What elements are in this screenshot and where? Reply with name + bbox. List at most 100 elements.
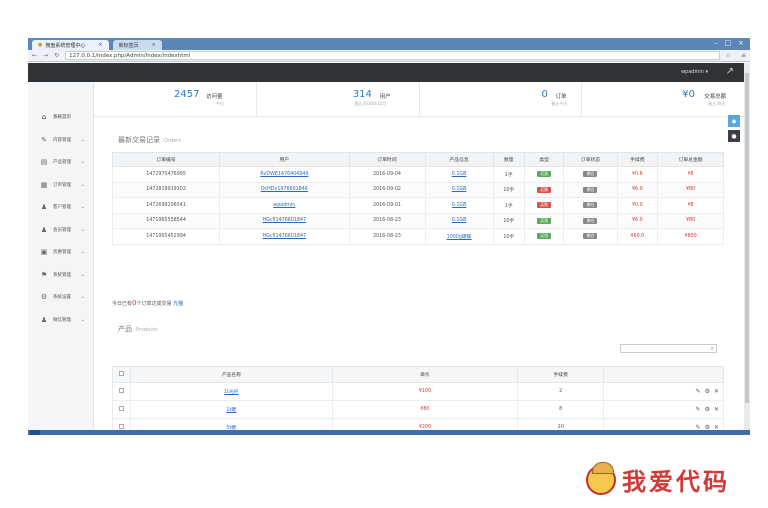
delete-icon[interactable]: ✕ — [714, 406, 719, 413]
sidebar-item-wechat[interactable]: ♟ 微信管理 ⌄ — [28, 309, 93, 332]
sidebar-item-orders[interactable]: ▦ 订单管理 ⌄ — [28, 174, 93, 197]
sidebar-item-settings[interactable]: ⚙ 系统设置 ⌄ — [28, 286, 93, 309]
order-id: 1472699206541 — [146, 202, 186, 208]
table-row: 1471965558544 HGcfI1476601847 2016-08-23 0.… — [111, 212, 724, 229]
order-time: 2016-09-02 — [373, 187, 401, 193]
row-checkbox[interactable] — [112, 382, 131, 401]
sidebar-item-home[interactable]: ⌂ 系统首页 — [28, 106, 93, 129]
row-checkbox[interactable] — [112, 418, 131, 430]
gear-icon[interactable]: ⚙ — [705, 388, 710, 395]
row-checkbox[interactable] — [112, 400, 131, 419]
edit-icon[interactable]: ✎ — [696, 388, 701, 395]
table-cell: wpadmin — [219, 197, 350, 214]
table-cell: 买跌 — [523, 197, 565, 214]
column-header[interactable]: 订单时间 — [348, 152, 426, 167]
reload-icon[interactable]: ↻ — [54, 52, 59, 59]
dot-icon: ● — [731, 132, 737, 140]
scrollbar-thumb[interactable] — [745, 73, 749, 403]
scrollbar[interactable] — [744, 63, 750, 430]
forward-icon[interactable]: → — [43, 52, 48, 59]
column-header[interactable]: 订单总金额 — [657, 152, 724, 167]
column-header[interactable]: 产品名称 — [129, 366, 333, 383]
logout-icon[interactable]: ↗ — [726, 66, 734, 77]
products-section-title: 产品 Products — [118, 325, 158, 333]
column-header[interactable]: 产品信息 — [424, 152, 494, 167]
bookmark-star-icon[interactable]: ☆ — [726, 52, 731, 59]
close-window-icon[interactable]: × — [738, 39, 744, 47]
stat-label: 交易总额 — [704, 94, 727, 100]
row-actions: ✎ ⚙ ✕ — [603, 418, 724, 430]
column-header[interactable]: 数量 — [492, 152, 525, 167]
product-name-link[interactable]: 1t光纤 — [224, 390, 239, 395]
order-product-link[interactable]: 0.1GB — [452, 218, 467, 223]
close-tab-icon[interactable]: × — [98, 42, 102, 48]
table-cell: 2016-09-04 — [348, 166, 426, 183]
select-all-checkbox[interactable] — [112, 366, 131, 383]
url-input[interactable]: 127.0.0.1/index.php/Admin/Index/indexhtm… — [65, 51, 720, 60]
gear-icon[interactable]: ⚙ — [705, 406, 710, 413]
chevron-down-icon: ⌄ — [80, 294, 85, 301]
browser-tab-new[interactable]: 新标签页 × — [112, 40, 162, 50]
order-status-badge: 建仓 — [583, 233, 598, 240]
float-settings-button[interactable]: ◆ — [728, 115, 740, 127]
sidebar-item-promotions[interactable]: ▣ 优惠管理 ⌄ — [28, 241, 93, 264]
order-id: 1472819919102 — [146, 187, 186, 193]
start-button[interactable] — [30, 430, 40, 435]
order-time: 2016-09-01 — [373, 202, 401, 208]
back-icon[interactable]: ← — [32, 52, 37, 59]
sidebar-item-members[interactable]: ♟ 会员管理 ⌄ — [28, 219, 93, 242]
sidebar-item-system[interactable]: ⚑ 系统管理 ⌄ — [28, 264, 93, 287]
column-header[interactable]: 手续费 — [616, 152, 659, 167]
delete-icon[interactable]: ✕ — [714, 388, 719, 395]
table-cell: ¥80 — [657, 181, 724, 198]
close-tab-icon[interactable]: × — [152, 42, 156, 48]
column-header[interactable]: 单价 — [331, 366, 519, 383]
menu-icon[interactable]: ≡ — [741, 52, 746, 59]
column-header[interactable]: 订单状态 — [563, 152, 618, 167]
order-user-link[interactable]: wpadmin — [273, 203, 295, 208]
order-time: 2016-08-23 — [373, 218, 401, 224]
table-cell: ¥80 — [657, 212, 724, 229]
sidebar-item-products[interactable]: ▤ 产品管理 ⌄ — [28, 151, 93, 174]
table-cell: 建仓 — [563, 197, 618, 214]
table-cell: 8 — [517, 400, 605, 419]
summary-link[interactable]: 光猫 — [173, 301, 183, 307]
user-menu[interactable]: wpadmin ▾ — [681, 69, 708, 75]
product-price: ¥100 — [418, 389, 432, 394]
order-product-link[interactable]: 0.1GB — [452, 172, 467, 177]
order-user-link[interactable]: RvDWE1476404949 — [260, 172, 308, 177]
table-cell: 买涨 — [523, 212, 565, 229]
sidebar-item-customers[interactable]: ♟ 客户管理 ⌄ — [28, 196, 93, 219]
table-row: 1t硬 ¥80 8 ✎ ⚙ ✕ — [112, 400, 724, 419]
column-header[interactable]: 用户 — [219, 152, 350, 167]
order-product-link[interactable]: 0.1GB — [452, 187, 467, 192]
table-cell: OcHDx1476601846 — [219, 181, 350, 198]
maximize-icon[interactable]: □ — [725, 39, 732, 47]
calendar-icon: ▤ — [40, 158, 48, 167]
browser-tab-admin[interactable]: ● 微盘系统管理中心 × — [32, 40, 109, 50]
table-cell: ¥60.0 — [616, 228, 659, 245]
order-user-link[interactable]: HGcfI1476601847 — [263, 234, 307, 239]
product-search-input[interactable]: ⌕ — [620, 344, 717, 353]
order-user-link[interactable]: HGcfI1476601847 — [263, 218, 307, 223]
column-header[interactable]: 类型 — [523, 152, 565, 167]
column-header[interactable]: 手续费 — [517, 366, 605, 383]
edit-icon[interactable]: ✎ — [696, 406, 701, 413]
minimize-icon[interactable]: – — [714, 39, 718, 47]
order-qty: 10手 — [503, 188, 515, 194]
stat-value: ¥0 — [682, 89, 695, 100]
table-row: 1472970476995 RvDWE1476404949 2016-09-04 0.… — [111, 166, 724, 183]
float-scroll-button[interactable]: ● — [728, 130, 740, 142]
product-name-link[interactable]: 1t硬 — [226, 408, 236, 413]
table-row: 1472819919102 OcHDx1476601846 2016-09-02 0.… — [111, 181, 724, 198]
products-table: 产品名称 单价 手续费 1t光纤 ¥100 2 ✎ ⚙ ✕ 1t硬 ¥80 8 ✎ ⚙ ✕ 5t硬 ¥20… — [112, 366, 724, 430]
sidebar-item-content[interactable]: ✎ 内容管理 ⌄ — [28, 129, 93, 152]
order-user-link[interactable]: OcHDx1476601846 — [261, 187, 308, 192]
column-header[interactable]: 订单编号 — [111, 152, 221, 167]
order-product-link[interactable]: 1000g硬碟 — [447, 235, 472, 240]
order-product-link[interactable]: 0.1GB — [452, 203, 467, 208]
order-type-badge: 买涨 — [537, 233, 552, 240]
order-qty: 1手 — [504, 203, 513, 209]
table-cell: 10手 — [492, 181, 525, 198]
order-status-badge: 建仓 — [583, 202, 598, 209]
